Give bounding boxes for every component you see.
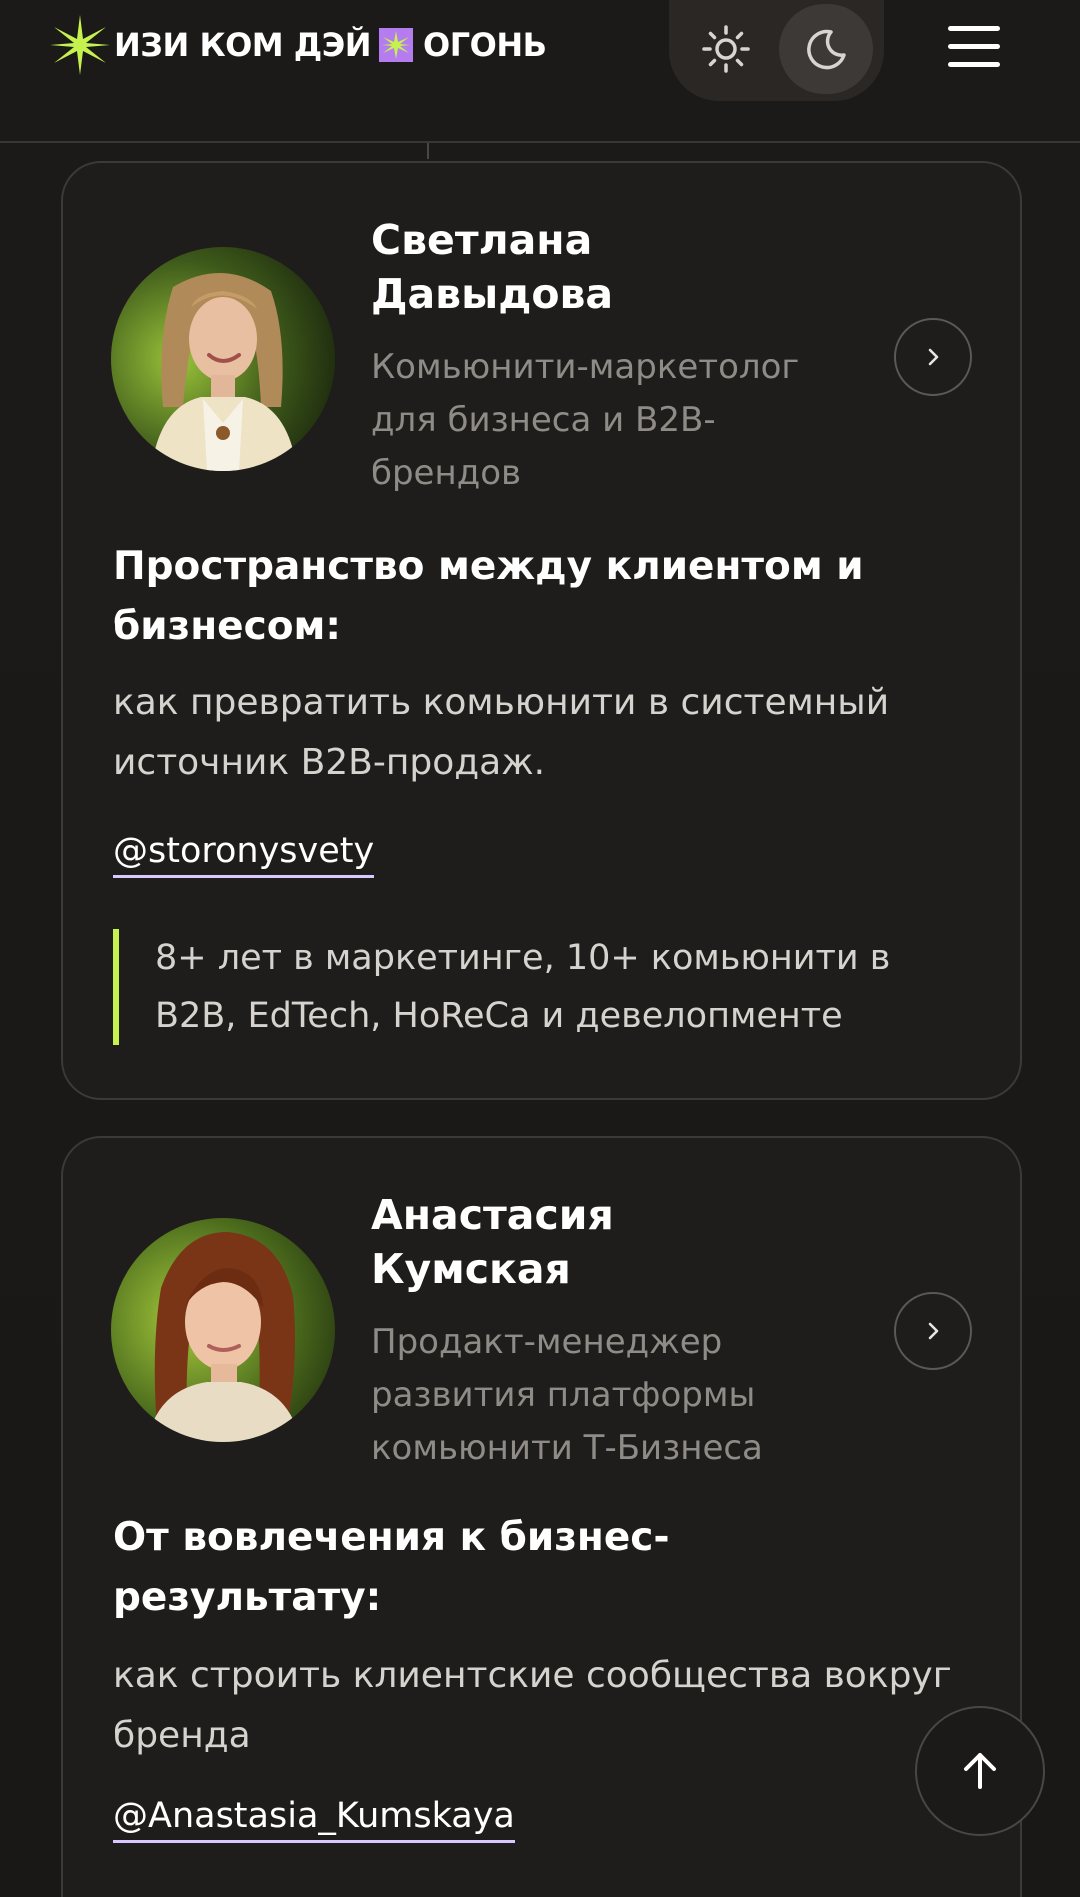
logo-text-left: ИЗИ КОМ ДЭЙ (114, 26, 372, 64)
speaker-photo (111, 247, 335, 471)
speaker-role: Продакт-менеджер развития платформы комь… (371, 1322, 763, 1468)
light-theme-button[interactable] (679, 4, 773, 94)
speaker-name: Светлана Давыдова (371, 216, 614, 318)
scroll-to-top-button[interactable] (915, 1706, 1045, 1836)
site-header: ИЗИ КОМ ДЭЙ ОГОНЬ (0, 0, 1080, 143)
speaker-photo (111, 1218, 335, 1442)
sun-icon (702, 25, 750, 73)
talk-description: как превратить комьюнити в системный ист… (113, 682, 890, 783)
speaker-name: Анастасия Кумская (371, 1191, 614, 1293)
sparkle-square-icon (379, 28, 414, 62)
hamburger-menu-icon[interactable] (942, 24, 1006, 68)
talk-description: как строить клиентские сообщества вокруг… (113, 1655, 952, 1756)
divider (427, 143, 429, 159)
sparkle-star-icon (50, 15, 110, 75)
speaker-role: Комьюнити-маркетолог для бизнеса и B2B-б… (371, 347, 800, 493)
page: ИЗИ КОМ ДЭЙ ОГОНЬ Светлана Давыдова Комь… (0, 0, 1080, 1897)
theme-toggle (669, 0, 884, 101)
moon-icon (807, 29, 846, 70)
speaker-details-button[interactable] (894, 1292, 972, 1370)
logo-text-right: ОГОНЬ (423, 26, 547, 64)
speaker-handle-link[interactable]: @Anastasia_Kumskaya (113, 1794, 515, 1843)
talk-title: Пространство между клиентом и бизнесом: (113, 544, 864, 649)
speaker-card: Анастасия Кумская Продакт-менеджер разви… (61, 1136, 1022, 1897)
speaker-card: Светлана Давыдова Комьюнити-маркетолог д… (61, 161, 1022, 1100)
chevron-right-icon (928, 1322, 939, 1340)
speaker-experience: 8+ лет в маркетинге, 10+ комьюнити в B2B… (113, 929, 973, 1045)
speaker-handle-link[interactable]: @storonysvety (113, 829, 375, 878)
arrow-up-icon (964, 1753, 996, 1789)
chevron-right-icon (928, 348, 939, 366)
talk-title: От вовлечения к бизнес-результату: (113, 1515, 670, 1620)
dark-theme-button[interactable] (779, 4, 873, 94)
speaker-details-button[interactable] (894, 318, 972, 396)
logo[interactable]: ИЗИ КОМ ДЭЙ ОГОНЬ (48, 14, 547, 76)
